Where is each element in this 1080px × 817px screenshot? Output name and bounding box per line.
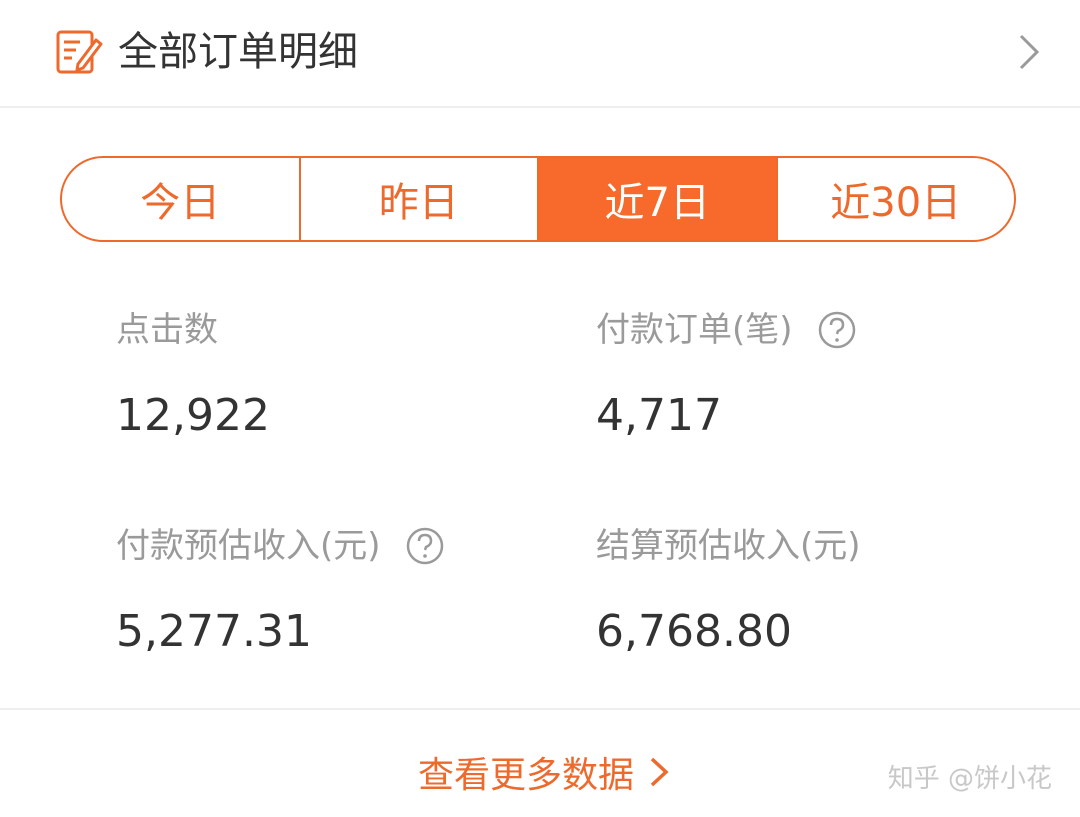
- tab-last-7-days[interactable]: 近7日: [539, 158, 778, 240]
- watermark: 知乎 @饼小花: [887, 764, 1052, 794]
- stat-label: 结算预估收入(元): [596, 524, 1016, 568]
- paid-estimated-income-label: 付款预估收入(元): [116, 526, 381, 566]
- page-title: 全部订单明细: [118, 29, 358, 75]
- stat-paid-estimated-income: 付款预估收入(元) 5,277.31: [116, 524, 536, 660]
- view-more-data-link[interactable]: 查看更多数据: [418, 746, 670, 798]
- stat-clicks: 点击数 12,922: [116, 308, 536, 444]
- stat-paid-orders: 付款订单(笔) 4,717: [596, 308, 1016, 444]
- stat-label: 付款预估收入(元): [116, 524, 536, 568]
- settled-estimated-income-value: 6,768.80: [596, 606, 792, 657]
- settled-estimated-income-label: 结算预估收入(元): [596, 526, 861, 566]
- chevron-right-icon[interactable]: [1016, 32, 1042, 72]
- paid-orders-label: 付款订单(笔): [596, 310, 793, 350]
- question-circle-icon[interactable]: [405, 526, 445, 566]
- paid-orders-value: 4,717: [596, 390, 722, 441]
- question-circle-icon[interactable]: [817, 310, 857, 350]
- tab-last-30-days[interactable]: 近30日: [778, 158, 1015, 240]
- stat-settled-estimated-income: 结算预估收入(元) 6,768.80: [596, 524, 1016, 660]
- footer: 查看更多数据 知乎 @饼小花: [0, 708, 1080, 817]
- tab-today[interactable]: 今日: [62, 158, 301, 240]
- edit-document-icon: [56, 30, 103, 74]
- view-more-data-label: 查看更多数据: [418, 755, 635, 796]
- clicks-label: 点击数: [116, 310, 218, 350]
- stat-label: 点击数: [116, 308, 536, 352]
- paid-estimated-income-value: 5,277.31: [116, 606, 312, 657]
- order-detail-header[interactable]: 全部订单明细: [0, 0, 1080, 108]
- clicks-value: 12,922: [116, 390, 270, 441]
- chevron-right-icon: [650, 757, 669, 787]
- date-range-tabs: 今日 昨日 近7日 近30日: [60, 156, 1016, 242]
- stat-label: 付款订单(笔): [596, 308, 1016, 352]
- tab-yesterday[interactable]: 昨日: [301, 158, 539, 240]
